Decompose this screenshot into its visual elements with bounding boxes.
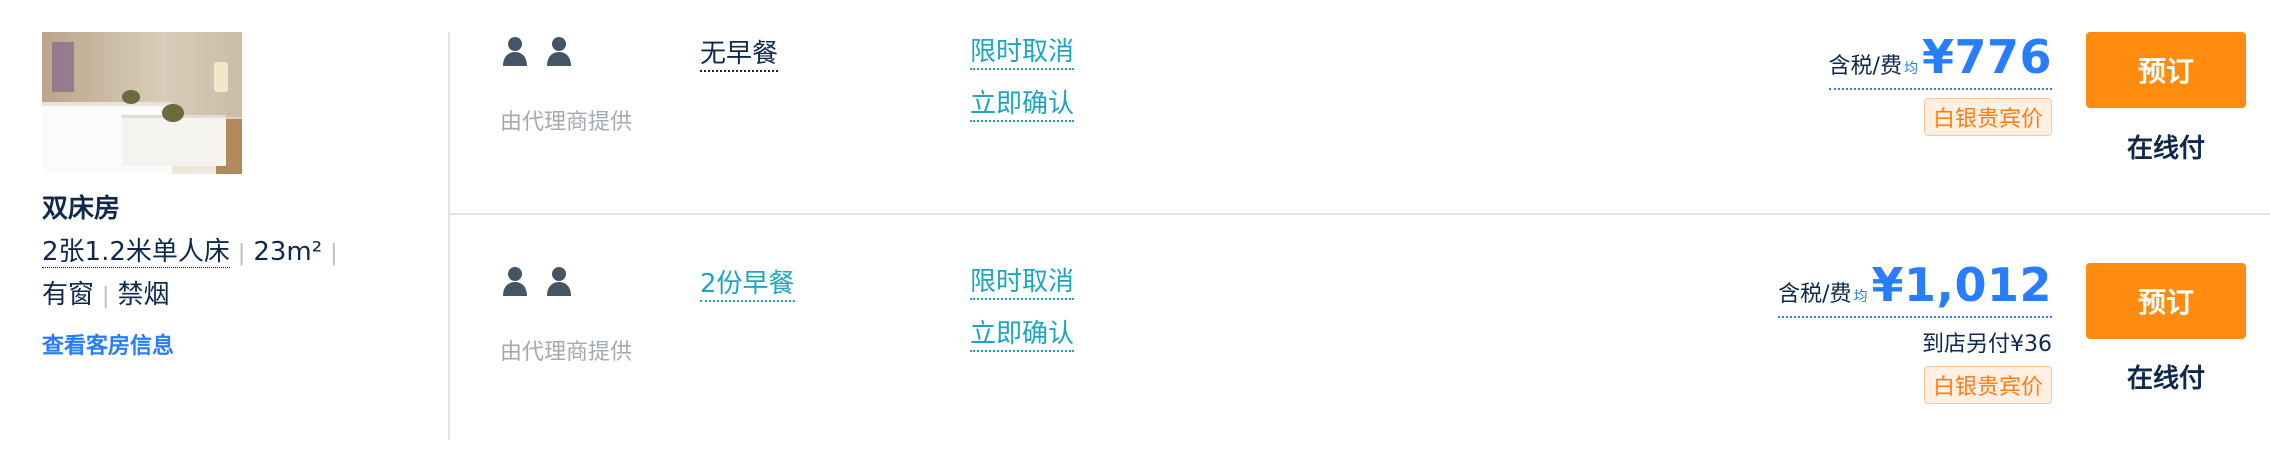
- room-area: 23m²: [253, 237, 323, 267]
- price-block: 含税/费 均 ¥1,012 到店另付¥36 白银贵宾价: [1778, 258, 2052, 404]
- room-spec-2: 有窗 | 禁烟: [42, 280, 170, 310]
- avg-label: 均: [1903, 61, 1918, 77]
- price-line[interactable]: 含税/费 均 ¥1,012: [1778, 258, 2052, 318]
- member-badge: 白银贵宾价: [1923, 366, 2052, 404]
- view-room-info-link[interactable]: 查看客房信息: [42, 328, 174, 360]
- pay-method: 在线付: [2126, 134, 2205, 164]
- row-divider: [450, 213, 2270, 215]
- bed-type[interactable]: 2张1.2米单人床: [42, 237, 230, 268]
- pay-method: 在线付: [2126, 364, 2205, 394]
- extra-fee: 到店另付¥36: [1922, 332, 2052, 357]
- tax-label: 含税/费: [1778, 282, 1852, 307]
- cancel-policy[interactable]: 限时取消: [970, 266, 1075, 300]
- confirm-policy[interactable]: 立即确认: [970, 88, 1075, 122]
- tax-label: 含税/费: [1828, 54, 1902, 79]
- confirm-policy[interactable]: 立即确认: [970, 318, 1075, 352]
- price-line[interactable]: 含税/费 均 ¥776: [1828, 30, 2052, 90]
- person-icon: [503, 267, 527, 296]
- person-icon: [547, 37, 571, 66]
- meal-plan[interactable]: 2份早餐: [700, 268, 795, 302]
- window-info: 有窗: [42, 280, 95, 310]
- room-name: 双床房: [42, 194, 121, 224]
- smoking-info: 禁烟: [117, 280, 170, 310]
- book-button[interactable]: 预订: [2086, 263, 2246, 339]
- price: ¥1,012: [1871, 258, 2052, 312]
- room-spec: 2张1.2米单人床 | 23m² |: [42, 237, 338, 268]
- person-icon: [503, 37, 527, 66]
- member-badge: 白银贵宾价: [1923, 98, 2052, 136]
- meal-plan[interactable]: 无早餐: [700, 38, 779, 72]
- book-button[interactable]: 预订: [2086, 32, 2246, 108]
- price-block: 含税/费 均 ¥776 白银贵宾价: [1828, 30, 2052, 136]
- price: ¥776: [1921, 30, 2052, 84]
- person-icon: [547, 267, 571, 296]
- provider-label: 由代理商提供: [500, 110, 633, 135]
- column-divider: [448, 32, 450, 440]
- cancel-policy[interactable]: 限时取消: [970, 36, 1075, 70]
- provider-label: 由代理商提供: [500, 340, 633, 365]
- room-photo[interactable]: [42, 32, 242, 174]
- avg-label: 均: [1853, 289, 1868, 305]
